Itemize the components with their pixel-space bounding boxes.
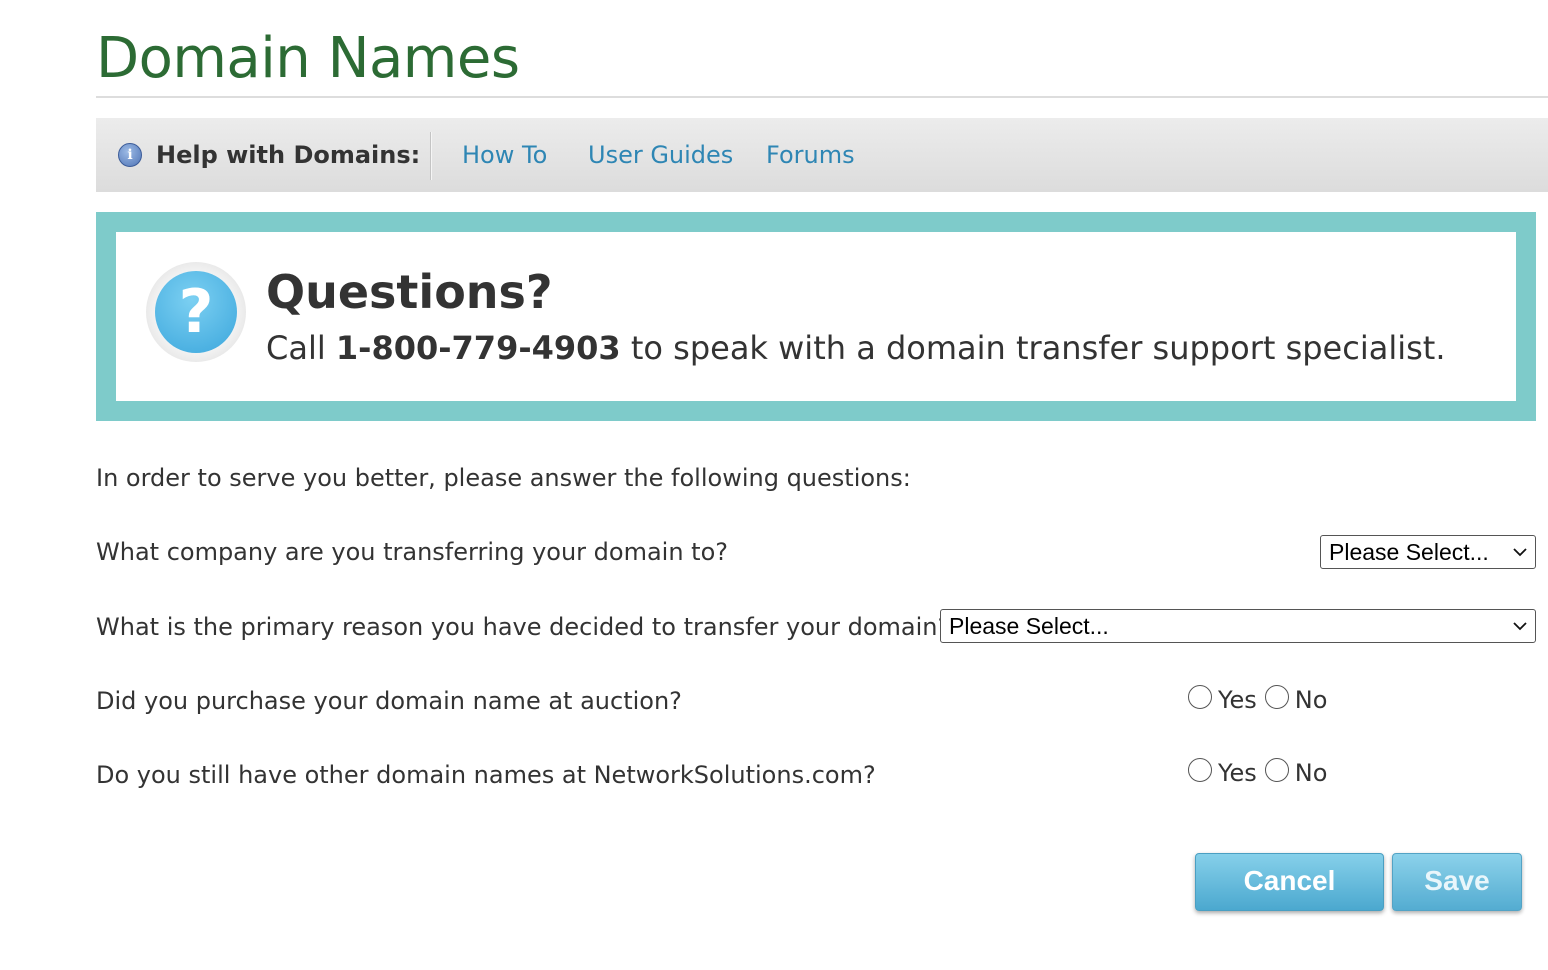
question-auction: Did you purchase your domain name at auc… bbox=[96, 687, 682, 715]
question-mark-glyph: ? bbox=[155, 271, 237, 353]
questions-title: Questions? bbox=[266, 265, 553, 319]
other-domains-radio-group: Yes No bbox=[1188, 757, 1335, 789]
transfer-reason-select[interactable]: Please Select... bbox=[940, 609, 1536, 643]
user-guides-link[interactable]: User Guides bbox=[588, 140, 733, 170]
question-other-domains: Do you still have other domain names at … bbox=[96, 761, 876, 789]
auction-no-radio[interactable] bbox=[1264, 685, 1289, 709]
how-to-link[interactable]: How To bbox=[462, 140, 547, 170]
title-divider bbox=[96, 96, 1548, 98]
other-domains-yes-label: Yes bbox=[1218, 759, 1257, 787]
chevron-down-icon bbox=[1513, 622, 1527, 631]
questions-box: ? Questions? Call 1-800-779-4903 to spea… bbox=[96, 212, 1536, 421]
other-domains-yes-radio[interactable] bbox=[1188, 758, 1212, 782]
question-transfer-reason: What is the primary reason you have deci… bbox=[96, 613, 951, 641]
support-phone-number: 1-800-779-4903 bbox=[335, 329, 621, 367]
info-icon: i bbox=[118, 143, 142, 167]
help-bar-divider bbox=[430, 132, 431, 180]
questions-box-content: ? Questions? Call 1-800-779-4903 to spea… bbox=[116, 232, 1516, 401]
page-title: Domain Names bbox=[96, 26, 520, 91]
support-text-before: Call bbox=[266, 329, 336, 367]
auction-radio-group: Yes No bbox=[1188, 684, 1335, 716]
other-domains-no-label: No bbox=[1294, 759, 1328, 787]
transfer-company-select[interactable]: Please Select... bbox=[1320, 535, 1536, 569]
question-transfer-company: What company are you transferring your d… bbox=[96, 538, 729, 566]
auction-no-label: No bbox=[1294, 686, 1328, 714]
help-bar-label: Help with Domains: bbox=[156, 141, 421, 169]
form-intro: In order to serve you better, please ans… bbox=[96, 464, 911, 492]
support-text-after: to speak with a domain transfer support … bbox=[620, 329, 1446, 367]
transfer-company-select-value: Please Select... bbox=[1329, 539, 1489, 565]
help-bar: i Help with Domains: How To User Guides … bbox=[96, 118, 1548, 192]
transfer-reason-select-value: Please Select... bbox=[949, 613, 1109, 639]
support-phone-text: Call 1-800-779-4903 to speak with a doma… bbox=[266, 328, 1446, 368]
auction-yes-radio[interactable] bbox=[1188, 685, 1212, 709]
question-mark-icon: ? bbox=[146, 262, 246, 362]
forums-link[interactable]: Forums bbox=[766, 140, 855, 170]
other-domains-no-radio[interactable] bbox=[1264, 758, 1289, 782]
auction-yes-label: Yes bbox=[1218, 686, 1257, 714]
cancel-button[interactable]: Cancel bbox=[1195, 853, 1384, 911]
save-button[interactable]: Save bbox=[1392, 853, 1522, 911]
chevron-down-icon bbox=[1513, 548, 1527, 557]
